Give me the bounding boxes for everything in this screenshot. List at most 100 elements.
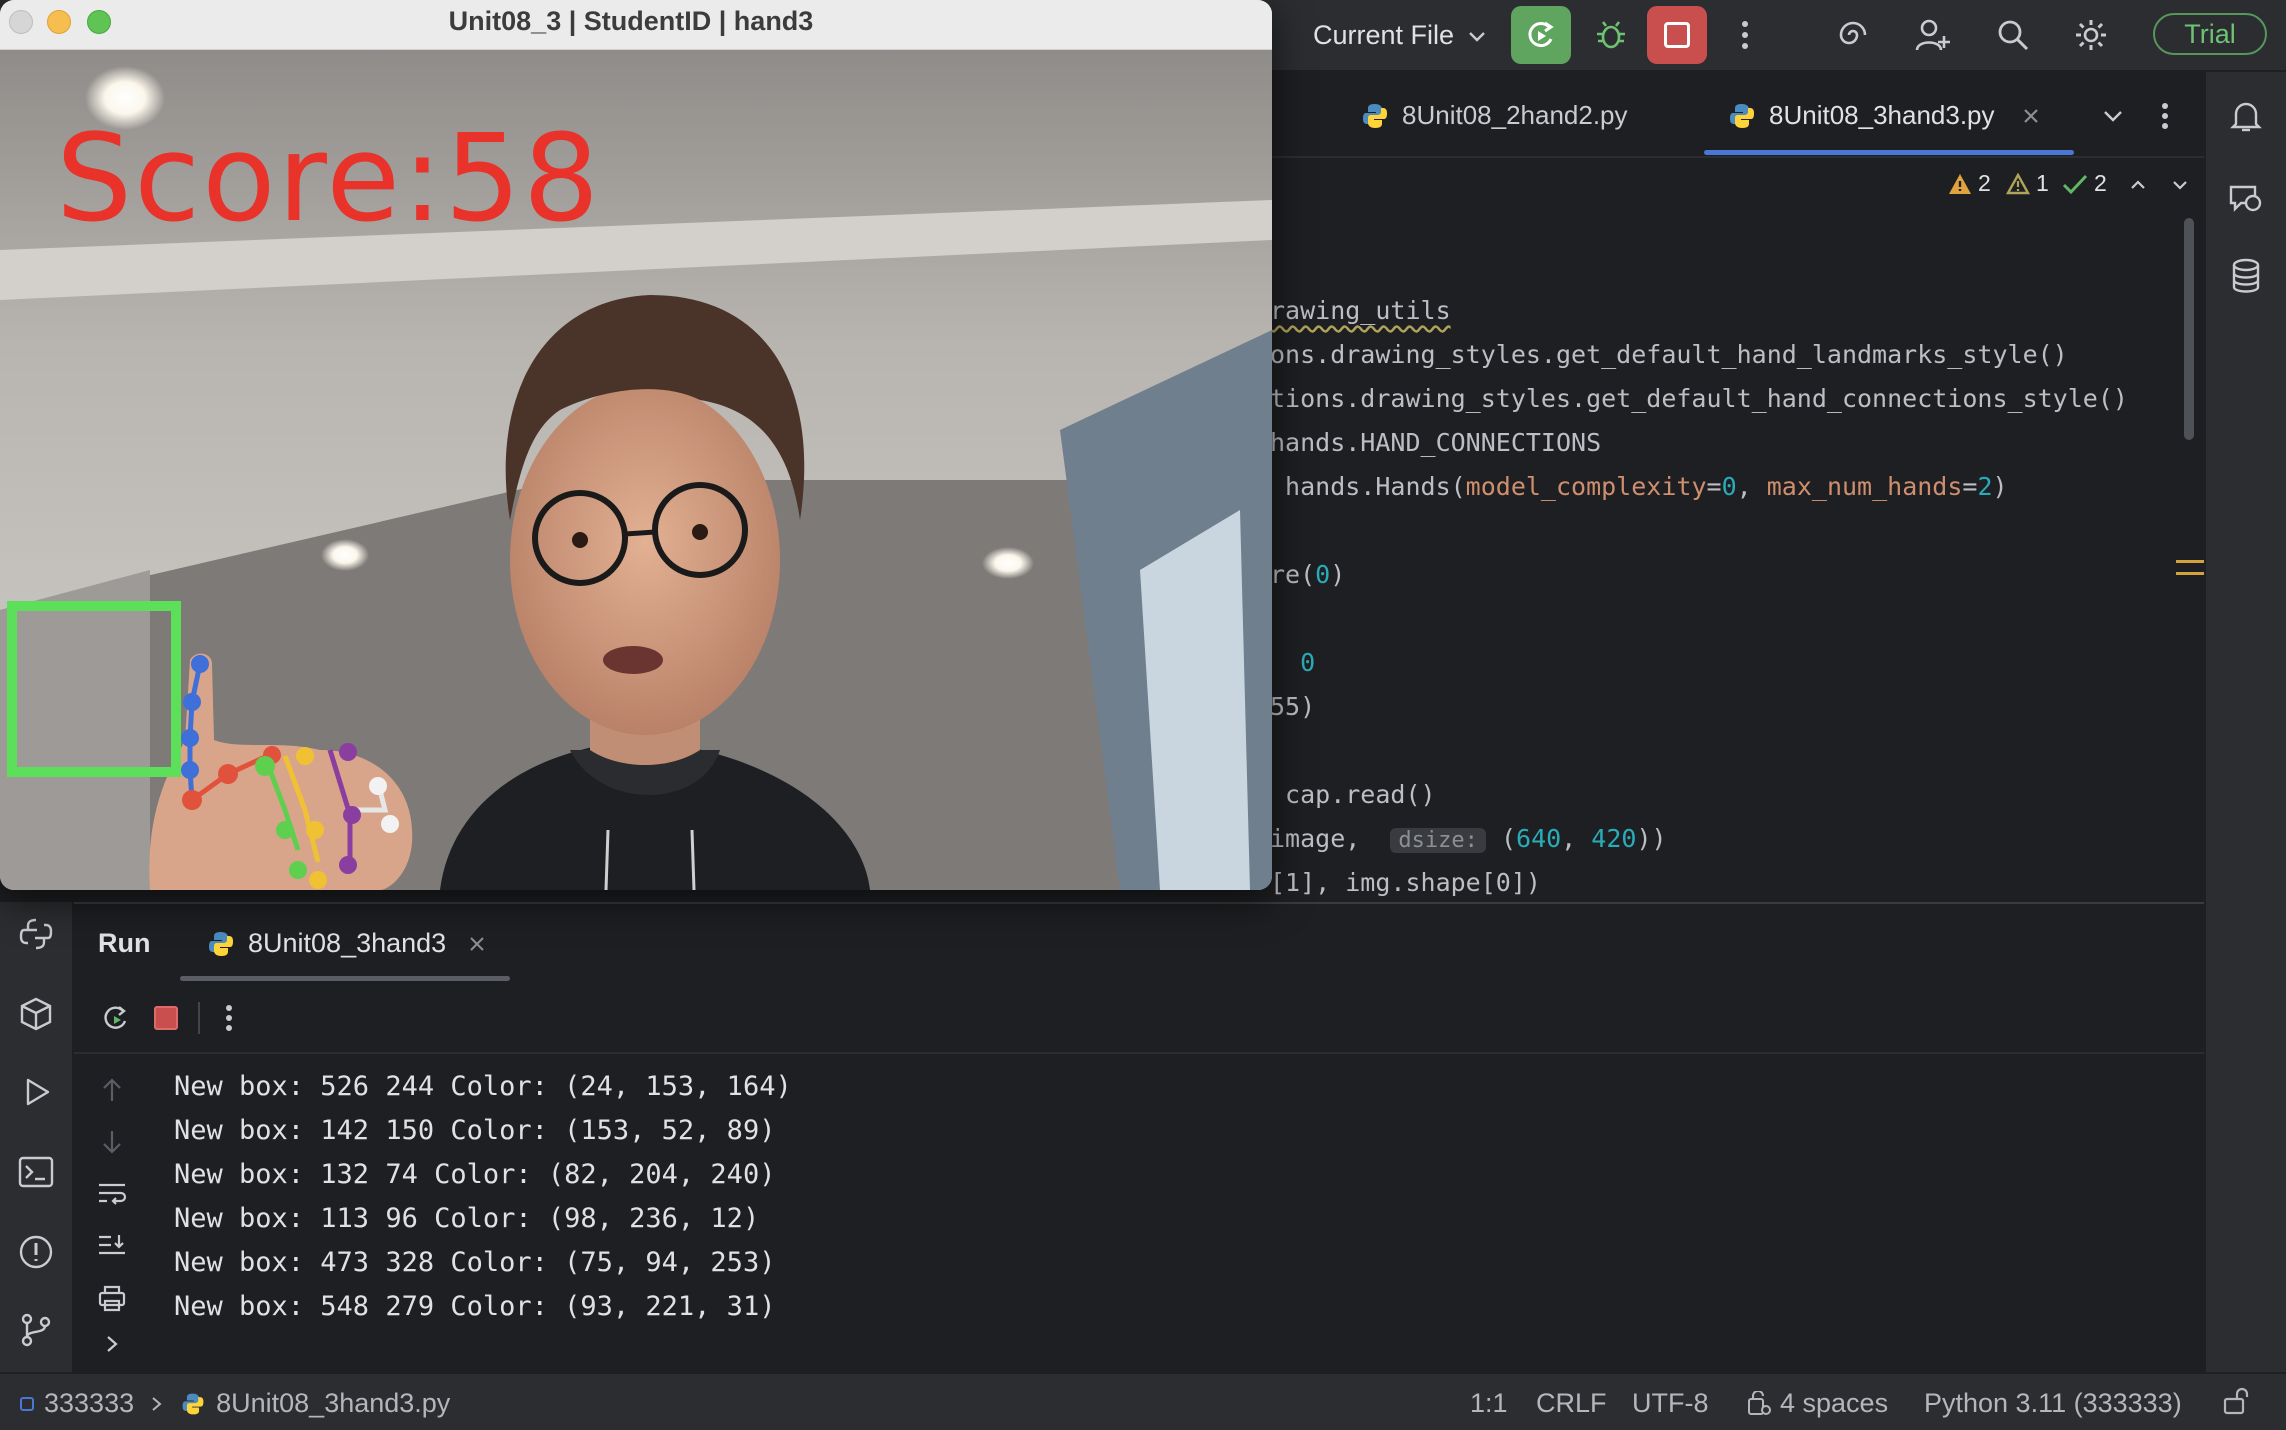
trial-badge[interactable]: Trial — [2153, 13, 2267, 55]
bell-icon — [2230, 102, 2262, 132]
breadcrumb-project[interactable]: 333333 — [44, 1388, 134, 1419]
code-line: rawing_utils — [1270, 296, 1451, 325]
print-button[interactable] — [92, 1280, 132, 1316]
kebab-icon — [226, 1005, 232, 1031]
indent-icon — [1748, 1390, 1771, 1415]
run-panel-title: Run — [98, 928, 151, 958]
console-line: New box: 526 244 Color: (24, 153, 164) — [174, 1071, 792, 1102]
editor-scrollbar[interactable] — [2184, 218, 2194, 440]
problems-button[interactable] — [12, 1228, 60, 1276]
run-toolbar — [74, 982, 2204, 1054]
warning-icon — [1949, 173, 1971, 194]
run-config-label: Current File — [1313, 20, 1455, 50]
python-file-icon — [1730, 103, 1754, 128]
camera-window-title: Unit08_3 | StudentID | hand3 — [448, 6, 814, 36]
debug-button[interactable] — [1588, 12, 1634, 58]
notifications-button[interactable] — [2224, 94, 2268, 138]
tab-list-button[interactable] — [2098, 98, 2128, 134]
typo-ok-indicator[interactable]: 2 — [2062, 170, 2107, 197]
settings-button[interactable] — [2068, 12, 2114, 58]
caret-position[interactable]: 1:1 — [1470, 1388, 1508, 1419]
error-stripe-mark[interactable] — [2176, 572, 2204, 575]
soft-wrap-button[interactable] — [92, 1176, 132, 1212]
breadcrumb[interactable]: 333333 8Unit08_3hand3.py — [20, 1388, 450, 1419]
toolbar-divider — [198, 1002, 200, 1034]
printer-icon — [98, 1285, 126, 1312]
console-line: New box: 142 150 Color: (153, 52, 89) — [174, 1115, 776, 1146]
services-button[interactable] — [12, 1068, 60, 1116]
scroll-down-button[interactable] — [92, 1124, 132, 1160]
rerun-button[interactable] — [1511, 6, 1571, 64]
stop-button[interactable] — [1647, 6, 1707, 64]
python-console-button[interactable] — [12, 910, 60, 958]
breadcrumb-file[interactable]: 8Unit08_3hand3.py — [216, 1388, 450, 1419]
chevron-down-icon — [2104, 111, 2122, 122]
unlock-icon — [2223, 1387, 2249, 1415]
python-interpreter[interactable]: Python 3.11 (333333) — [1924, 1388, 2182, 1419]
code-line: [1], img.shape[0]) — [1270, 868, 1541, 897]
search-icon — [1998, 20, 2029, 51]
python-file-icon — [209, 931, 233, 956]
run-tab[interactable]: 8Unit08_3hand3 — [206, 928, 486, 959]
console-line: New box: 132 74 Color: (82, 204, 240) — [174, 1159, 776, 1190]
chevron-down-icon — [1469, 31, 1485, 42]
database-icon — [2232, 258, 2260, 293]
param-hint: dsize: — [1390, 828, 1486, 853]
console-line: New box: 113 96 Color: (98, 236, 12) — [174, 1203, 760, 1234]
scroll-up-button[interactable] — [92, 1072, 132, 1108]
more-actions-button[interactable] — [1728, 12, 1762, 58]
stop-run-button[interactable] — [146, 998, 186, 1038]
console-line: New box: 473 328 Color: (75, 94, 253) — [174, 1247, 776, 1278]
packages-icon — [20, 997, 52, 1031]
play-circle-icon — [26, 1078, 50, 1106]
left-tool-strip — [0, 902, 74, 1372]
bug-icon — [1597, 21, 1625, 49]
problems-icon — [19, 1235, 53, 1269]
prev-problem-button[interactable] — [2126, 170, 2150, 200]
camera-window-titlebar[interactable]: Unit08_3 | StudentID | hand3 — [0, 0, 1272, 50]
python-packages-button[interactable] — [12, 990, 60, 1038]
scroll-to-end-button[interactable] — [92, 1228, 132, 1264]
rerun-icon — [104, 1006, 127, 1029]
readonly-toggle[interactable] — [2222, 1386, 2250, 1423]
camera-window[interactable]: Unit08_3 | StudentID | hand3 Score:58 — [0, 0, 1272, 890]
git-button[interactable] — [12, 1306, 60, 1354]
project-icon — [20, 1396, 34, 1411]
warnings-indicator[interactable]: 2 — [1948, 170, 1991, 197]
close-icon[interactable] — [2021, 106, 2041, 126]
expand-more-button[interactable] — [92, 1326, 132, 1362]
code-line: re(0) — [1270, 560, 1346, 589]
line-separator[interactable]: CRLF — [1536, 1388, 1607, 1419]
weak-warnings-indicator[interactable]: 1 — [2006, 170, 2049, 197]
database-button[interactable] — [2224, 254, 2268, 298]
search-button[interactable] — [1990, 12, 2036, 58]
ai-assistant-button[interactable] — [1830, 12, 1876, 58]
tab-options-button[interactable] — [2150, 98, 2180, 134]
code-editor[interactable]: rawing_utils ons.drawing_styles.get_defa… — [1270, 212, 2204, 902]
file-encoding[interactable]: UTF-8 — [1632, 1388, 1709, 1419]
terminal-button[interactable] — [12, 1148, 60, 1196]
chevron-right-icon — [107, 1336, 118, 1352]
python-file-icon — [182, 1393, 204, 1414]
rerun-button[interactable] — [96, 998, 136, 1038]
active-tab-indicator — [1704, 150, 2074, 155]
git-branch-icon — [21, 1313, 51, 1347]
soft-wrap-icon — [99, 1183, 127, 1205]
indent-setting[interactable]: 4 spaces — [1746, 1388, 1888, 1419]
code-line: 55) — [1270, 692, 1316, 721]
tab-label: 8Unit08_3hand3.py — [1769, 100, 1995, 130]
close-icon[interactable] — [468, 935, 486, 953]
tab-8unit08-2hand2[interactable]: 8Unit08_2hand2.py — [1360, 100, 1628, 131]
stop-icon — [1664, 22, 1690, 48]
tab-8unit08-3hand3[interactable]: 8Unit08_3hand3.py — [1727, 100, 2041, 131]
next-problem-button[interactable] — [2168, 170, 2192, 200]
gear-icon — [2076, 20, 2106, 50]
run-more-button[interactable] — [214, 998, 244, 1038]
arrow-up-icon — [103, 1078, 121, 1101]
webcam-feed: Score:58 — [0, 50, 1272, 890]
stop-icon — [154, 1006, 178, 1030]
run-config-selector[interactable]: Current File — [1313, 20, 1488, 51]
error-stripe-mark[interactable] — [2176, 560, 2204, 563]
add-user-button[interactable] — [1910, 12, 1956, 58]
ai-chat-button[interactable] — [2224, 176, 2268, 220]
